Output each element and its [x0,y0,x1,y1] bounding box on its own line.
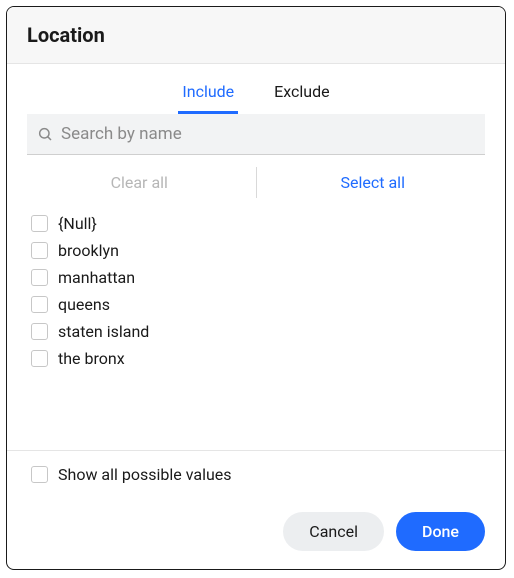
item-label: manhattan [58,268,135,287]
clear-all-button[interactable]: Clear all [27,167,252,198]
item-checkbox[interactable] [31,296,48,313]
dialog-footer: Cancel Done [7,498,505,569]
location-list: {Null} brooklyn manhattan queens staten … [7,206,505,450]
location-filter-dialog: Location Include Exclude Clear all Selec… [6,6,506,570]
bulk-actions: Clear all Select all [7,155,505,206]
list-item: queens [27,291,485,318]
done-button[interactable]: Done [396,512,485,551]
list-item: staten island [27,318,485,345]
list-item: brooklyn [27,237,485,264]
cancel-button[interactable]: Cancel [283,512,384,551]
list-item: {Null} [27,210,485,237]
dialog-title: Location [27,23,485,47]
show-all-label: Show all possible values [58,465,232,484]
search-icon [37,126,53,142]
show-all-checkbox[interactable] [31,466,48,483]
search-input[interactable] [61,124,475,144]
tab-exclude[interactable]: Exclude [270,76,333,114]
item-label: staten island [58,322,149,341]
item-label: the bronx [58,349,125,368]
show-all-section: Show all possible values [7,450,505,498]
search-field [27,114,485,155]
item-checkbox[interactable] [31,269,48,286]
tab-include[interactable]: Include [178,76,238,114]
item-label: brooklyn [58,241,119,260]
item-checkbox[interactable] [31,242,48,259]
search-container [7,114,505,155]
item-label: queens [58,295,110,314]
item-label: {Null} [58,214,97,233]
list-item: the bronx [27,345,485,372]
include-exclude-tabs: Include Exclude [7,64,505,114]
item-checkbox[interactable] [31,215,48,232]
item-checkbox[interactable] [31,323,48,340]
select-all-button[interactable]: Select all [261,167,486,198]
bulk-divider [256,167,257,198]
show-all-row: Show all possible values [31,465,481,484]
item-checkbox[interactable] [31,350,48,367]
list-item: manhattan [27,264,485,291]
dialog-header: Location [7,7,505,64]
